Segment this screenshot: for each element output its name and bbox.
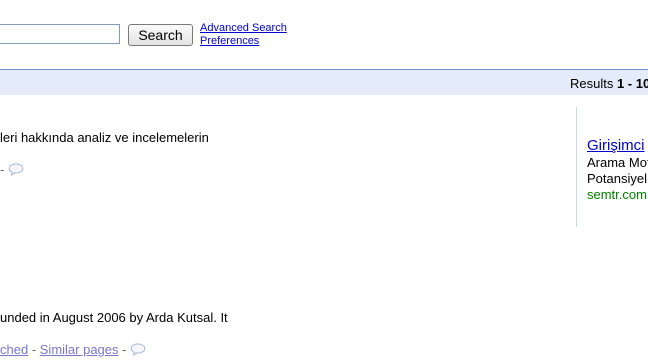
result-snippet: unded in August 2006 by Arda Kutsal. It bbox=[0, 310, 228, 325]
speech-bubble-icon[interactable] bbox=[130, 342, 146, 359]
meta-separator: - bbox=[28, 342, 40, 357]
search-input[interactable] bbox=[0, 24, 120, 44]
ad-title-link[interactable]: Girişimci bbox=[587, 137, 648, 155]
advanced-search-link[interactable]: Advanced Search bbox=[200, 22, 287, 35]
result-meta: - bbox=[0, 162, 24, 179]
results-range: 1 - 10 bbox=[616, 76, 648, 91]
sponsored-ad: Girişimci Arama Mot Potansiyel semtr.com bbox=[587, 137, 648, 203]
ad-text-line: Arama Mot bbox=[587, 155, 648, 170]
ad-text-line: Potansiyel bbox=[587, 171, 647, 186]
search-button[interactable]: Search bbox=[128, 24, 193, 46]
search-options: Advanced Search Preferences bbox=[200, 22, 287, 48]
ad-divider bbox=[576, 107, 577, 227]
similar-pages-link[interactable]: Similar pages bbox=[40, 342, 119, 357]
ad-url: semtr.com bbox=[587, 187, 647, 202]
meta-separator: - bbox=[118, 342, 131, 357]
results-bar: Results 1 - 10 bbox=[0, 69, 648, 95]
preferences-link[interactable]: Preferences bbox=[200, 35, 287, 48]
results-count: Results 1 - 10 bbox=[570, 76, 648, 91]
cached-link[interactable]: ched bbox=[0, 342, 28, 357]
result-meta: ched - Similar pages - bbox=[0, 342, 146, 359]
meta-separator: - bbox=[0, 162, 8, 177]
speech-bubble-icon[interactable] bbox=[8, 162, 24, 179]
result-snippet: leri hakkında analiz ve incelemelerin bbox=[0, 130, 209, 145]
